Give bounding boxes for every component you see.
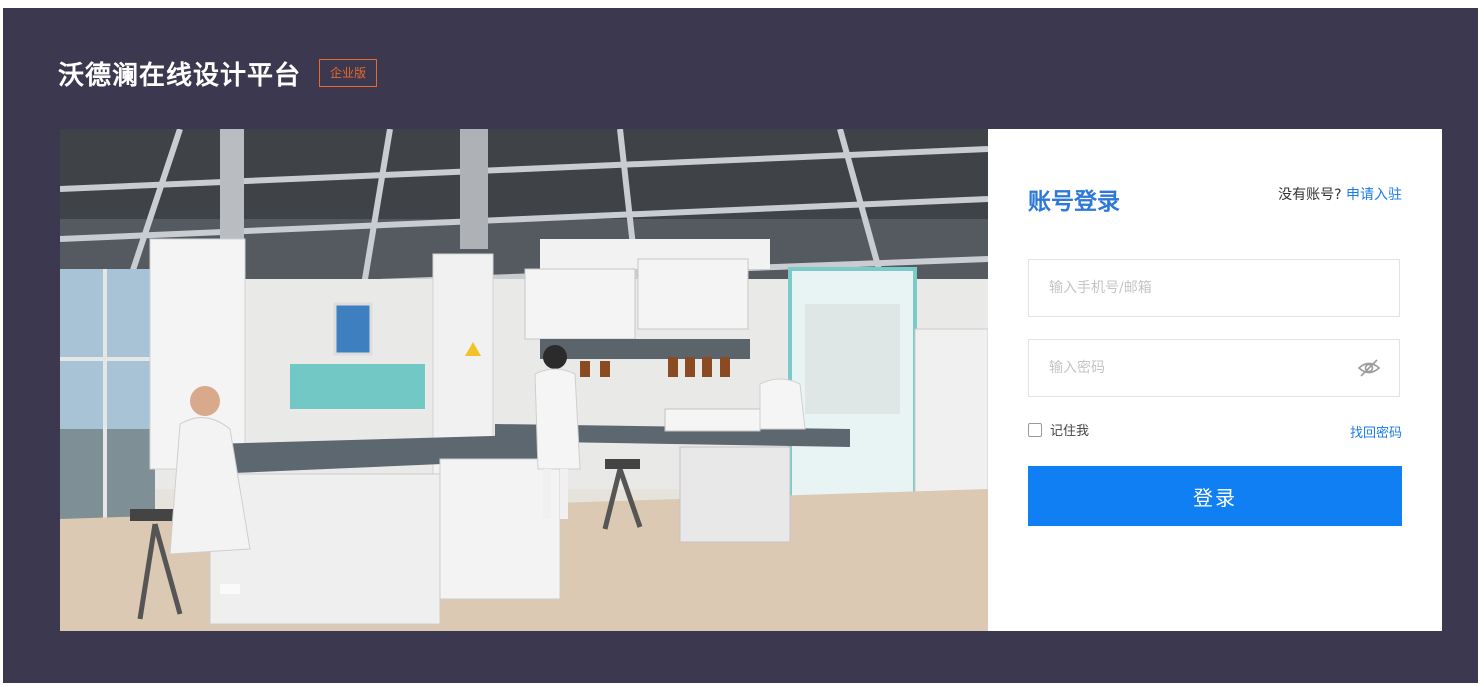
forgot-password-link[interactable]: 找回密码	[1350, 422, 1402, 441]
wall-cabinet	[637, 258, 749, 330]
remember-me[interactable]: 记住我	[1028, 420, 1089, 439]
side-cabinet	[914, 328, 988, 500]
monitor	[333, 302, 373, 356]
login-panel: 账号登录 没有账号? 申请入驻 记住我 找回密码 登录	[988, 129, 1442, 631]
remember-label: 记住我	[1050, 424, 1090, 439]
account-input[interactable]	[1049, 260, 1349, 316]
signup-link[interactable]: 申请入驻	[1346, 187, 1402, 203]
laboratory-photo	[60, 129, 988, 631]
password-input[interactable]	[1049, 340, 1349, 396]
eye-off-icon[interactable]	[1357, 357, 1381, 379]
edition-badge: 企业版	[319, 59, 378, 87]
scientist-back	[759, 378, 806, 430]
signup-prompt-text: 没有账号?	[1278, 187, 1342, 203]
login-button[interactable]: 登录	[1028, 466, 1402, 526]
login-title: 账号登录	[1028, 189, 1120, 215]
remember-checkbox[interactable]	[1028, 422, 1042, 437]
wall-cabinet	[524, 268, 636, 340]
password-field	[1028, 339, 1400, 397]
brand-header: 沃德澜在线设计平台 企业版	[58, 53, 378, 93]
reagent-shelf	[290, 364, 425, 409]
brand-title: 沃德澜在线设计平台	[58, 60, 302, 91]
instrument	[664, 408, 761, 432]
laboratory-illustration	[60, 129, 988, 631]
air-duct	[460, 129, 488, 249]
account-field	[1028, 259, 1400, 317]
signup-prompt: 没有账号? 申请入驻	[1278, 184, 1402, 204]
